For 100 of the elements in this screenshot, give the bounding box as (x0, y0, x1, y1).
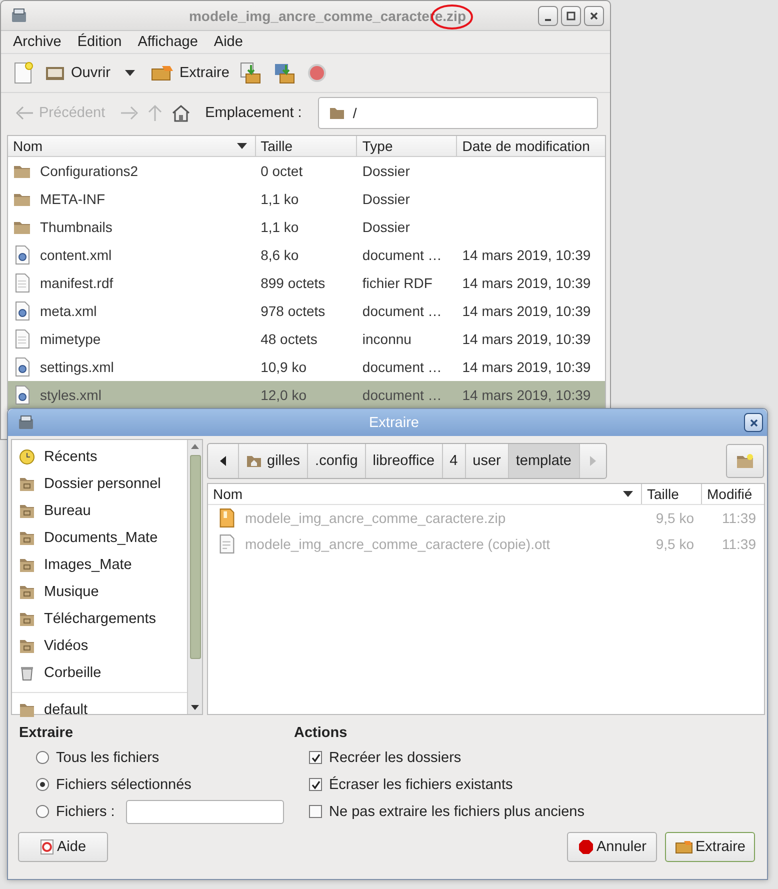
arrow-down-icon[interactable] (191, 705, 199, 710)
file-row[interactable]: styles.xml 12,0 ko document … 14 mars 2019, 10:39 (8, 381, 605, 409)
maximize-button[interactable] (560, 6, 581, 26)
file-size: 8,6 ko (260, 247, 299, 263)
path-segment[interactable]: template (508, 444, 580, 478)
minimize-button[interactable] (538, 6, 558, 26)
place-item[interactable]: Documents_Mate (12, 524, 187, 551)
place-item[interactable]: Images_Mate (12, 551, 187, 578)
column-header[interactable]: Taille (256, 136, 358, 156)
file-size: 978 octets (260, 303, 326, 319)
radio-button[interactable] (36, 751, 49, 764)
file-row[interactable]: mimetype 48 octets inconnu 14 mars 2019, 10:39 (8, 325, 605, 353)
file-row[interactable]: meta.xml 978 octets document … 14 mars 2019, 10:39 (8, 297, 605, 325)
new-document-icon (12, 61, 34, 85)
radio-button[interactable] (36, 778, 49, 791)
file-size: 48 octets (260, 331, 318, 347)
arrow-up-icon[interactable] (191, 444, 199, 449)
file-row[interactable]: Configurations2 0 octet Dossier (8, 157, 605, 185)
file-date: 14 mars 2019, 10:39 (462, 247, 591, 263)
menu-item[interactable]: Affichage (130, 34, 206, 50)
checkbox[interactable] (309, 751, 322, 764)
caret-right-icon (590, 456, 596, 466)
close-button[interactable] (744, 413, 763, 432)
menu-item[interactable]: Archive (5, 34, 70, 50)
file-row[interactable]: Thumbnails 1,1 ko Dossier (8, 213, 605, 241)
archive-file-icon (218, 508, 236, 528)
column-header[interactable]: Date de modification (457, 136, 605, 156)
file-row[interactable]: settings.xml 10,9 ko document … 14 mars 2019, 10:39 (8, 353, 605, 381)
file-row[interactable]: META-INF 1,1 ko Dossier (8, 185, 605, 213)
cancel-button[interactable]: Annuler (567, 832, 657, 862)
place-item[interactable]: Dossier personnel (12, 470, 187, 497)
scrollbar[interactable] (187, 440, 202, 714)
radio-label[interactable]: Fichiers : (56, 804, 115, 820)
file-type: fichier RDF (362, 275, 432, 291)
path-segment[interactable]: 4 (442, 444, 466, 478)
close-button[interactable] (584, 6, 604, 26)
home-icon[interactable] (171, 104, 192, 122)
home-folder-icon (246, 454, 262, 468)
place-item[interactable]: Musique (12, 578, 187, 605)
file-size: 899 octets (260, 275, 326, 291)
minimize-icon (544, 18, 551, 20)
file-row[interactable]: manifest.rdf 899 octets fichier RDF 14 mars 2019, 10:39 (8, 269, 605, 297)
path-segment[interactable]: libreoffice (366, 444, 443, 478)
text-file-icon (13, 329, 31, 349)
place-item[interactable]: Bureau (12, 497, 187, 524)
file-row[interactable]: content.xml 8,6 ko document … 14 mars 2019, 10:39 (8, 241, 605, 269)
extract-button[interactable]: Extraire (665, 832, 755, 862)
file-type: document … (362, 359, 442, 375)
caret-icon (125, 70, 136, 76)
menu-item[interactable]: Édition (69, 34, 130, 50)
file-type: document … (362, 247, 442, 263)
place-item[interactable]: Téléchargements (12, 605, 187, 632)
file-date: 14 mars 2019, 10:39 (462, 275, 591, 291)
box-icon (150, 63, 174, 83)
place-item[interactable]: Vidéos (12, 632, 187, 659)
location-label: Emplacement : (205, 105, 302, 121)
checkbox-label[interactable]: Ne pas extraire les fichiers plus anciens (329, 804, 584, 820)
caret-left-icon (220, 456, 226, 466)
file-size: 1,1 ko (260, 191, 299, 207)
box-icon (674, 839, 693, 855)
extract-button[interactable]: Extraire (147, 61, 232, 85)
file-type: Dossier (362, 163, 410, 179)
path-segment[interactable]: .config (308, 444, 366, 478)
trash-icon (19, 664, 35, 680)
help-button[interactable]: Aide (18, 832, 108, 862)
checkbox-label[interactable]: Recréer les dossiers (329, 750, 462, 766)
bookmark-item[interactable]: default (12, 696, 187, 723)
file-name: settings.xml (40, 359, 114, 375)
location-field[interactable]: / (318, 97, 598, 129)
radio-label[interactable]: Fichiers sélectionnés (56, 776, 192, 792)
column-header[interactable]: Modifié (702, 484, 764, 504)
file-size: 12,0 ko (260, 387, 307, 403)
column-header[interactable]: Nom (8, 136, 256, 156)
checkbox[interactable] (309, 805, 322, 818)
files-input-field[interactable] (126, 800, 284, 824)
clock-icon (19, 448, 35, 464)
checkbox[interactable] (309, 778, 322, 791)
place-item[interactable]: Récents (12, 443, 187, 470)
file-size: 9,5 ko (656, 536, 694, 552)
document-icon (13, 245, 31, 265)
text-file-icon (13, 273, 31, 293)
file-type: Dossier (362, 191, 410, 207)
file-type: document … (362, 303, 442, 319)
file-date: 14 mars 2019, 10:39 (462, 359, 591, 375)
dialog-title: Extraire (368, 414, 419, 430)
column-header[interactable]: Nom (208, 484, 642, 504)
file-date: 14 mars 2019, 10:39 (462, 387, 591, 403)
stop-icon (578, 839, 594, 855)
document-icon (13, 385, 31, 405)
column-header[interactable]: Type (357, 136, 458, 156)
column-header[interactable]: Taille (642, 484, 702, 504)
scroll-thumb[interactable] (190, 455, 200, 659)
file-date: 14 mars 2019, 10:39 (462, 331, 591, 347)
place-item[interactable]: Corbeille (12, 659, 187, 686)
radio-label[interactable]: Tous les fichiers (56, 750, 160, 766)
radio-button[interactable] (36, 805, 49, 818)
checkbox-label[interactable]: Écraser les fichiers existants (329, 776, 513, 792)
menu-item[interactable]: Aide (206, 34, 251, 50)
path-segment[interactable]: gilles (239, 444, 308, 478)
open-button[interactable]: Ouvrir (41, 61, 114, 85)
